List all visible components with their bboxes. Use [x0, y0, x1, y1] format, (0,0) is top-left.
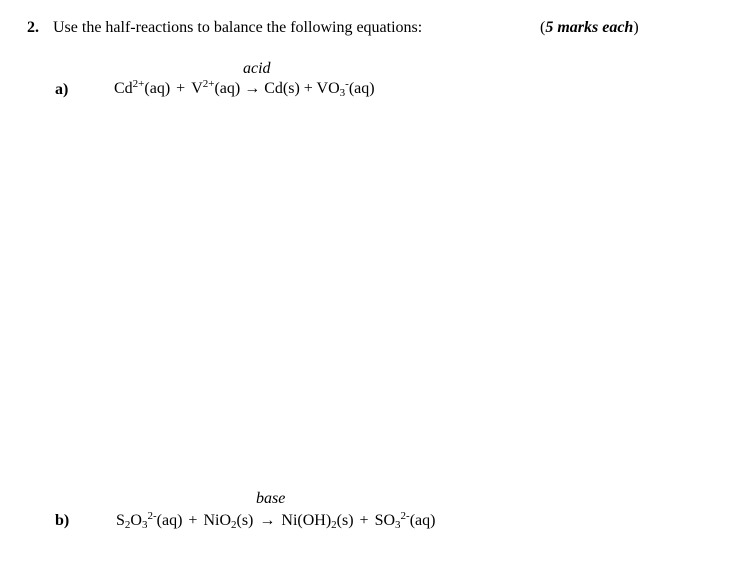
- ion-charge: 2-: [147, 510, 157, 522]
- reactant-cd-ion: Cd2+(aq): [114, 78, 171, 98]
- product-sulfite-ion: SO32-(aq): [374, 510, 436, 531]
- species-formula: Cd: [114, 80, 133, 97]
- state-symbol: (aq): [348, 80, 375, 97]
- plus-sign: +: [303, 80, 313, 97]
- species-formula: V: [191, 80, 203, 97]
- state-symbol: (s): [336, 512, 354, 529]
- ion-charge: 2+: [132, 78, 145, 90]
- reactant-thiosulfate-ion: S2O32-(aq): [116, 510, 183, 531]
- product-nickel-hydroxide: Ni(OH)2(s): [281, 512, 354, 531]
- reaction-arrow-icon: →: [259, 512, 276, 529]
- marks-allocation: (5 marks each): [540, 19, 639, 37]
- species-formula: S: [116, 512, 125, 529]
- state-symbol: (aq): [214, 80, 241, 97]
- equation-a: Cd2+(aq) + V2+(aq) → Cd(s) + VO3-(aq): [114, 78, 375, 99]
- state-symbol: (aq): [156, 512, 183, 529]
- part-label-a: a): [55, 81, 69, 98]
- ion-charge: 2-: [400, 510, 410, 522]
- plus-sign: +: [176, 80, 186, 97]
- marks-close-paren: ): [633, 19, 639, 36]
- state-symbol: (aq): [409, 512, 436, 529]
- species-formula: Ni(OH): [281, 512, 332, 529]
- marks-text: 5 marks each: [545, 19, 634, 36]
- reactant-v-ion: V2+(aq): [191, 78, 241, 98]
- species-formula: NiO: [203, 512, 231, 529]
- state-symbol: (aq): [144, 80, 171, 97]
- question-number: 2.: [27, 19, 39, 36]
- part-label-b: b): [55, 512, 70, 529]
- species-formula: SO: [374, 512, 396, 529]
- reaction-arrow-icon: →: [244, 80, 261, 97]
- plus-sign: +: [188, 512, 198, 529]
- species-formula: O: [130, 512, 142, 529]
- state-symbol: (s): [236, 512, 254, 529]
- condition-label-base: base: [256, 490, 286, 507]
- product-vanadate-ion: VO3-(aq): [316, 79, 375, 99]
- reactant-nickel-dioxide: NiO2(s): [203, 512, 254, 531]
- ion-charge: 2+: [202, 78, 215, 90]
- species-formula: VO: [316, 80, 340, 97]
- condition-label-acid: acid: [243, 60, 271, 77]
- plus-sign: +: [359, 512, 369, 529]
- equation-b: S2O32-(aq) + NiO2(s) → Ni(OH)2(s) + SO32-(aq): [116, 510, 436, 531]
- product-cd-solid: Cd(s): [264, 80, 300, 97]
- question-instructions: Use the half-reactions to balance the fo…: [53, 19, 423, 36]
